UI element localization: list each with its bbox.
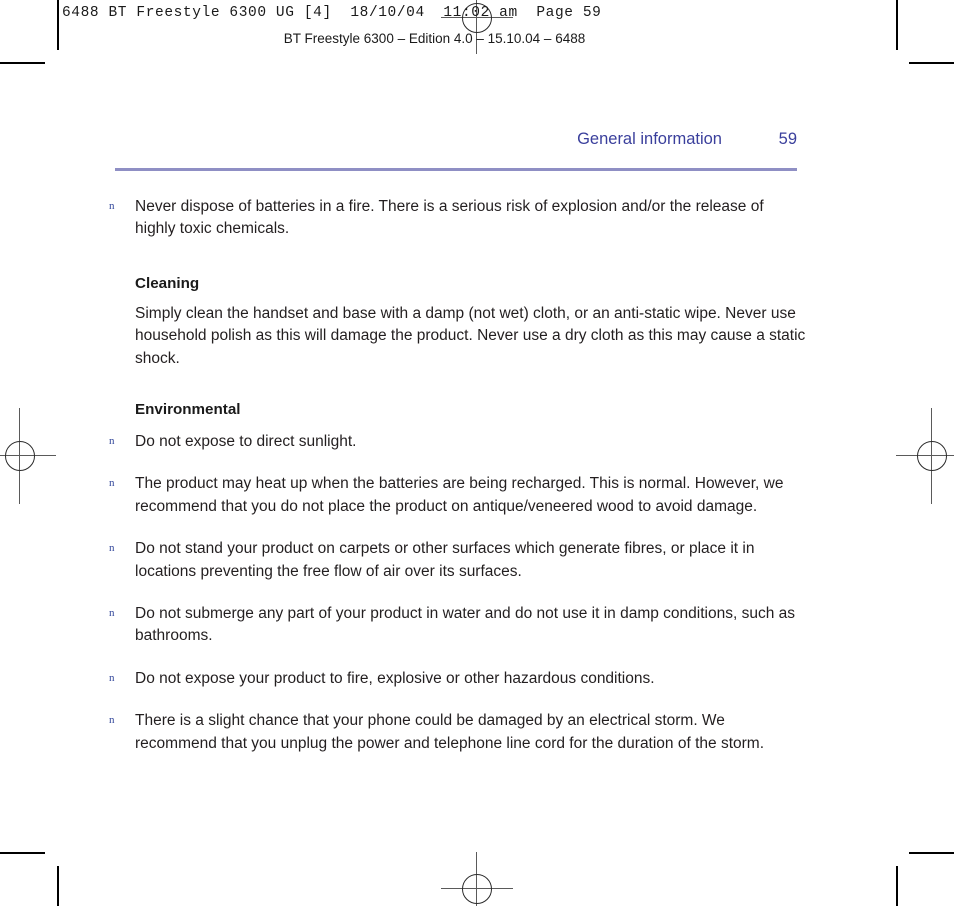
crop-mark-bottom-left-horizontal <box>0 852 45 854</box>
list-item: n Do not expose your product to fire, ex… <box>106 668 806 690</box>
list-item: n Never dispose of batteries in a fire. … <box>106 196 806 241</box>
square-bullet-icon: n <box>109 200 115 212</box>
registration-mark-left <box>0 408 56 504</box>
section-heading: Environmental <box>135 401 241 419</box>
page-title: General information <box>577 130 722 148</box>
crop-mark-bottom-right-vertical <box>896 866 898 906</box>
list-item-text: Do not stand your product on carpets or … <box>135 540 755 580</box>
prepress-slug-filename: 6488 BT Freestyle 6300 UG [4] 18/10/04 1… <box>62 5 602 21</box>
section-heading: Cleaning <box>135 274 200 292</box>
square-bullet-icon: n <box>109 477 115 490</box>
list-item-text: There is a slight chance that your phone… <box>135 712 764 752</box>
list-item-text: Do not submerge any part of your product… <box>135 605 795 645</box>
registration-mark-right <box>896 408 954 504</box>
list-item-text: Do not expose to direct sunlight. <box>135 433 357 451</box>
section-cleaning: Cleaning Simply clean the handset and ba… <box>106 275 806 370</box>
document-page: 6488 BT Freestyle 6300 UG [4] 18/10/04 1… <box>0 0 954 906</box>
square-bullet-icon: n <box>109 542 115 555</box>
crop-mark-bottom-right-horizontal <box>909 852 954 854</box>
square-bullet-icon: n <box>109 607 115 620</box>
list-item: n The product may heat up when the batte… <box>106 473 806 518</box>
list-item: n Do not stand your product on carpets o… <box>106 538 806 583</box>
list-item-text: The product may heat up when the batteri… <box>135 475 784 515</box>
section-paragraph: Simply clean the handset and base with a… <box>135 304 806 367</box>
section-environmental: Environmental n Do not expose to direct … <box>106 401 806 755</box>
square-bullet-icon: n <box>109 714 115 727</box>
crop-mark-top-right-horizontal <box>909 62 954 64</box>
list-item-text: Never dispose of batteries in a fire. Th… <box>135 198 764 238</box>
page-number: 59 <box>778 130 797 148</box>
crop-mark-top-left-horizontal <box>0 62 45 64</box>
page-body: n Never dispose of batteries in a fire. … <box>106 196 806 775</box>
square-bullet-icon: n <box>109 671 115 684</box>
header-divider-rule <box>115 168 797 171</box>
running-head: General information 59 <box>115 130 797 156</box>
crop-mark-bottom-left-vertical <box>57 866 59 906</box>
list-item-text: Do not expose your product to fire, expl… <box>135 669 655 687</box>
square-bullet-icon: n <box>109 435 115 448</box>
list-item: n Do not submerge any part of your produ… <box>106 603 806 648</box>
prepress-slug-edition: BT Freestyle 6300 – Edition 4.0 – 15.10.… <box>283 31 586 46</box>
registration-mark-bottom <box>441 852 513 906</box>
list-item: n There is a slight chance that your pho… <box>106 710 806 755</box>
list-item: n Do not expose to direct sunlight. <box>106 431 806 453</box>
